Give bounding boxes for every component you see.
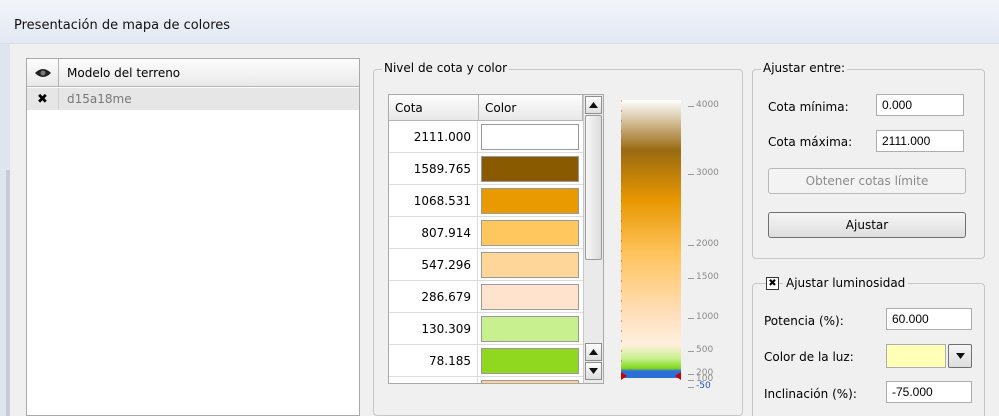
terrain-model-name: d15a18me xyxy=(67,92,132,106)
window-title: Presentación de mapa de colores xyxy=(14,18,231,33)
cota-cell[interactable]: 1589.765 xyxy=(389,153,478,185)
scroll-down-button[interactable] xyxy=(585,362,602,380)
cota-cell[interactable]: 547.296 xyxy=(389,249,478,281)
max-elevation-field[interactable] xyxy=(876,130,964,152)
color-swatch-cell[interactable] xyxy=(481,348,579,374)
scale-tick xyxy=(688,245,694,246)
scale-tick xyxy=(688,380,694,381)
table-row[interactable]: 1589.765 xyxy=(389,153,583,185)
max-elevation-label: Cota máxima: xyxy=(768,135,853,149)
get-limits-button[interactable]: Obtener cotas límite xyxy=(768,168,966,194)
cota-cell[interactable]: 1068.531 xyxy=(389,185,478,217)
power-field[interactable] xyxy=(886,308,972,330)
cota-cell[interactable]: 807.914 xyxy=(389,217,478,249)
table-row[interactable]: 26.067 xyxy=(389,377,583,383)
scale-label: 500 xyxy=(696,345,714,355)
power-label: Potencia (%): xyxy=(764,314,844,328)
color-swatch-cell[interactable] xyxy=(481,316,579,342)
scale-tick xyxy=(688,374,694,375)
dialog-content: Modelo del terreno ✖ d15a18me Nivel de c… xyxy=(10,44,999,416)
arrow-up-icon xyxy=(589,349,598,355)
color-swatch-cell[interactable] xyxy=(481,284,579,310)
arrow-down-icon xyxy=(589,368,598,374)
table-row[interactable]: 547.296 xyxy=(389,249,583,281)
visibility-column-header[interactable] xyxy=(27,59,59,87)
list-item[interactable]: ✖ d15a18me xyxy=(27,88,359,110)
scale-tick xyxy=(688,387,694,388)
inclination-field[interactable] xyxy=(886,381,972,403)
min-elevation-label: Cota mínima: xyxy=(768,100,849,114)
scale-tick xyxy=(688,106,694,107)
level-color-group-label: Nivel de cota y color xyxy=(382,61,510,75)
scroll-up-button[interactable] xyxy=(585,96,602,114)
color-column-header[interactable]: Color xyxy=(479,95,583,121)
light-color-swatch[interactable] xyxy=(886,344,946,368)
cota-cell[interactable]: 2111.000 xyxy=(389,121,478,153)
table-row[interactable]: 78.185 xyxy=(389,345,583,377)
scale-tick xyxy=(688,351,694,352)
chevron-down-icon xyxy=(955,353,965,359)
scroll-up-button-lower[interactable] xyxy=(585,343,602,361)
table-scrollbar[interactable] xyxy=(583,95,603,383)
adjust-button[interactable]: Ajustar xyxy=(768,212,966,238)
scale-label: 4000 xyxy=(696,100,719,110)
min-elevation-field[interactable] xyxy=(876,94,964,116)
scale-label: 2000 xyxy=(696,239,719,249)
light-color-dropdown[interactable] xyxy=(948,344,972,368)
luminosity-checkbox-label: Ajustar luminosidad xyxy=(783,276,909,290)
light-color-label: Color de la luz: xyxy=(764,350,854,364)
adjust-range-group-label: Ajustar entre: xyxy=(761,61,847,75)
table-row[interactable]: 286.679 xyxy=(389,281,583,313)
cota-column-header[interactable]: Cota xyxy=(389,95,479,121)
scale-tick xyxy=(688,174,694,175)
table-row[interactable]: 1068.531 xyxy=(389,185,583,217)
terrain-list-header: Modelo del terreno xyxy=(27,59,359,87)
color-swatch-cell[interactable] xyxy=(481,380,579,383)
level-color-table: Cota Color 2111.000 1589.765 1068.531 807.9… xyxy=(388,94,604,384)
scale-label: 3000 xyxy=(696,168,719,178)
scale-label: -50 xyxy=(696,381,711,391)
cota-cell[interactable]: 130.309 xyxy=(389,313,478,345)
scale-tick xyxy=(688,278,694,279)
luminosity-checkbox[interactable]: ✖ xyxy=(766,277,779,290)
scale-tick xyxy=(688,318,694,319)
arrow-up-icon xyxy=(589,102,598,108)
table-row[interactable]: 2111.000 xyxy=(389,121,583,153)
eye-icon xyxy=(34,69,51,77)
window-titlebar: Presentación de mapa de colores xyxy=(0,0,999,44)
color-swatch-cell[interactable] xyxy=(481,220,579,246)
cota-cell[interactable]: 286.679 xyxy=(389,281,478,313)
scroll-thumb[interactable] xyxy=(585,115,602,260)
scale-label: 1000 xyxy=(696,312,719,322)
table-row[interactable]: 130.309 xyxy=(389,313,583,345)
color-swatch-cell[interactable] xyxy=(481,124,579,150)
cota-cell[interactable]: 26.067 xyxy=(389,377,478,383)
inclination-label: Inclinación (%): xyxy=(764,387,857,401)
terrain-model-list: Modelo del terreno ✖ d15a18me xyxy=(26,58,360,416)
color-ramp-preview xyxy=(621,100,681,380)
color-swatch-cell[interactable] xyxy=(481,156,579,182)
terrain-model-column-header[interactable]: Modelo del terreno xyxy=(67,66,180,80)
scale-label: 1500 xyxy=(696,272,719,282)
color-swatch-cell[interactable] xyxy=(481,188,579,214)
visibility-toggle[interactable]: ✖ xyxy=(27,88,59,110)
table-row[interactable]: 807.914 xyxy=(389,217,583,249)
cota-cell[interactable]: 78.185 xyxy=(389,345,478,377)
color-swatch-cell[interactable] xyxy=(481,252,579,278)
